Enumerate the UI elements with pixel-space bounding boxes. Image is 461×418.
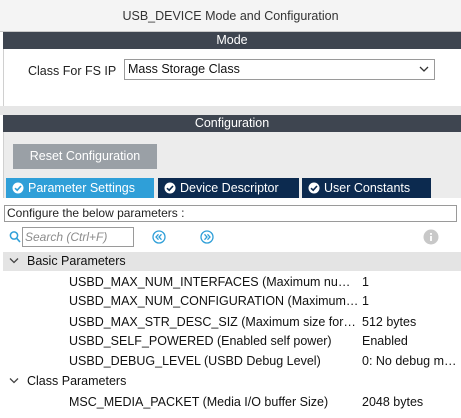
param-row-usbd-max-num-interfaces[interactable]: USBD_MAX_NUM_INTERFACES (Maximum number … bbox=[3, 272, 461, 292]
section-separator bbox=[0, 106, 461, 115]
class-for-fs-ip-value: Mass Storage Class bbox=[128, 62, 240, 76]
param-name: USBD_DEBUG_LEVEL (USBD Debug Level) bbox=[69, 354, 321, 368]
param-value[interactable]: 512 bytes bbox=[362, 312, 458, 332]
basic-parameters-group[interactable]: Basic Parameters bbox=[3, 252, 461, 271]
tab-user-constants[interactable]: User Constants bbox=[302, 178, 431, 198]
param-value[interactable]: 0: No debug messages bbox=[362, 351, 458, 371]
search-input[interactable] bbox=[22, 227, 134, 247]
param-value[interactable]: 1 bbox=[362, 291, 458, 311]
group-label: Class Parameters bbox=[27, 374, 127, 388]
check-circle-icon bbox=[12, 182, 24, 194]
class-parameters-group[interactable]: Class Parameters bbox=[3, 372, 461, 391]
reset-configuration-button[interactable]: Reset Configuration bbox=[13, 144, 157, 169]
param-row-msc-media-packet[interactable]: MSC_MEDIA_PACKET (Media I/O buffer Size)… bbox=[3, 392, 461, 412]
tab-label: User Constants bbox=[324, 181, 411, 195]
chevron-down-icon bbox=[9, 378, 19, 384]
param-name: USBD_MAX_NUM_INTERFACES (Maximum number … bbox=[69, 275, 359, 289]
tab-parameter-settings[interactable]: Parameter Settings bbox=[6, 178, 154, 198]
chevron-down-icon bbox=[419, 66, 429, 72]
next-match-icon[interactable] bbox=[200, 230, 214, 244]
param-row-usbd-debug-level[interactable]: USBD_DEBUG_LEVEL (USBD Debug Level) 0: N… bbox=[3, 351, 461, 371]
parameter-description: Configure the below parameters : bbox=[4, 205, 457, 222]
param-value[interactable]: 1 bbox=[362, 272, 458, 292]
param-name: MSC_MEDIA_PACKET (Media I/O buffer Size) bbox=[69, 395, 329, 409]
tab-device-descriptor[interactable]: Device Descriptor bbox=[158, 178, 299, 198]
check-circle-icon bbox=[164, 182, 176, 194]
info-icon[interactable] bbox=[423, 229, 439, 245]
group-label: Basic Parameters bbox=[27, 254, 126, 268]
configuration-section-header: Configuration bbox=[3, 115, 461, 132]
mode-section-header: Mode bbox=[3, 32, 461, 49]
window-title: USB_DEVICE Mode and Configuration bbox=[0, 0, 461, 32]
chevron-down-icon bbox=[9, 258, 19, 264]
tab-label: Parameter Settings bbox=[28, 181, 135, 195]
previous-match-icon[interactable] bbox=[152, 230, 166, 244]
mode-panel: Class For FS IP Mass Storage Class bbox=[3, 49, 461, 106]
search-icon bbox=[9, 231, 21, 243]
param-row-usbd-self-powered[interactable]: USBD_SELF_POWERED (Enabled self power) E… bbox=[3, 331, 461, 351]
tab-label: Device Descriptor bbox=[180, 181, 279, 195]
param-row-usbd-max-num-configuration[interactable]: USBD_MAX_NUM_CONFIGURATION (Maximum numb… bbox=[3, 291, 461, 311]
param-row-usbd-max-str-desc-siz[interactable]: USBD_MAX_STR_DESC_SIZ (Maximum size for … bbox=[3, 312, 461, 332]
param-value[interactable]: 2048 bytes bbox=[362, 392, 458, 412]
param-name: USBD_MAX_NUM_CONFIGURATION (Maximum numb… bbox=[69, 294, 359, 308]
param-value[interactable]: Enabled bbox=[362, 331, 458, 351]
check-circle-icon bbox=[308, 182, 320, 194]
param-name: USBD_MAX_STR_DESC_SIZ (Maximum size for … bbox=[69, 315, 359, 329]
param-name: USBD_SELF_POWERED (Enabled self power) bbox=[69, 334, 332, 348]
class-for-fs-ip-label: Class For FS IP bbox=[28, 64, 117, 78]
class-for-fs-ip-select[interactable]: Mass Storage Class bbox=[124, 59, 435, 80]
